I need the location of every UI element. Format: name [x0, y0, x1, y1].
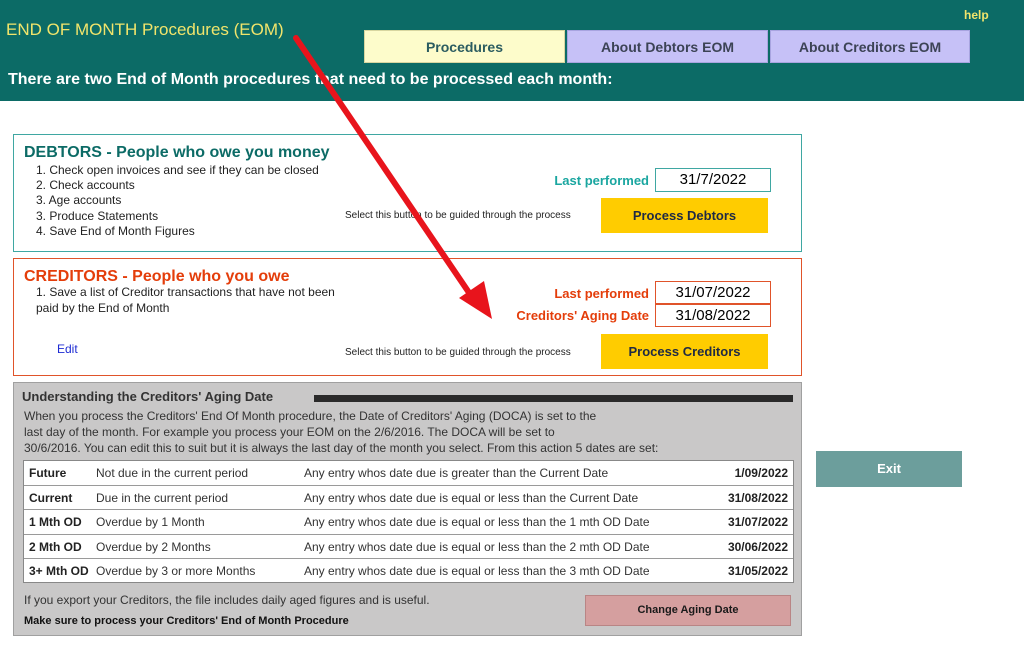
period-cell: 3+ Mth OD	[29, 564, 89, 579]
creditors-heading: CREDITORS - People who you owe	[24, 268, 290, 285]
debtors-last-performed-label: Last performed	[554, 173, 649, 188]
table-row: Current Due in the current period Any en…	[24, 486, 793, 511]
paragraph-line: 30/6/2016. You can edit this to suit but…	[24, 441, 659, 455]
debtors-heading: DEBTORS - People who owe you money	[24, 144, 330, 161]
debtors-panel: DEBTORS - People who owe you money 1. Ch…	[13, 134, 802, 252]
app-title: END OF MONTH Procedures (EOM)	[6, 20, 284, 39]
period-cell: Current	[29, 490, 73, 505]
export-note: If you export your Creditors, the file i…	[24, 593, 430, 607]
eom-window: END OF MONTH Procedures (EOM) help Proce…	[0, 0, 1024, 650]
list-item: 1. Check open invoices and see if they c…	[36, 163, 319, 177]
rule-cell: Any entry whos date due is equal or less…	[304, 515, 650, 530]
aging-table: Future Not due in the current period Any…	[23, 460, 794, 583]
creditors-last-performed-field[interactable]: 31/07/2022	[655, 281, 771, 304]
date-cell: 1/09/2022	[734, 466, 788, 480]
understanding-heading: Understanding the Creditors' Aging Date	[22, 389, 274, 404]
reminder-note: Make sure to process your Creditors' End…	[24, 615, 349, 627]
header-bar: END OF MONTH Procedures (EOM) help Proce…	[0, 0, 1024, 101]
description-cell: Overdue by 2 Months	[96, 539, 211, 554]
tab-about-debtors[interactable]: About Debtors EOM	[567, 30, 768, 63]
period-cell: 1 Mth OD	[29, 515, 82, 530]
description-cell: Overdue by 3 or more Months	[96, 564, 256, 579]
table-row: 3+ Mth OD Overdue by 3 or more Months An…	[24, 559, 793, 584]
understanding-aging-section: Understanding the Creditors' Aging Date …	[13, 382, 802, 636]
table-row: 2 Mth OD Overdue by 2 Months Any entry w…	[24, 535, 793, 560]
creditors-last-performed-label: Last performed	[554, 286, 649, 301]
creditors-guide-text: Select this button to be guided through …	[345, 347, 571, 358]
creditors-panel: CREDITORS - People who you owe 1. Save a…	[13, 258, 802, 376]
help-link[interactable]: help	[964, 8, 989, 22]
table-row: 1 Mth OD Overdue by 1 Month Any entry wh…	[24, 510, 793, 535]
paragraph-line: When you process the Creditors' End Of M…	[24, 409, 597, 423]
rule-cell: Any entry whos date due is greater than …	[304, 466, 609, 480]
creditors-step: 1. Save a list of Creditor transactions …	[36, 285, 335, 315]
debtors-steps: 1. Check open invoices and see if they c…	[36, 163, 319, 239]
tab-about-creditors[interactable]: About Creditors EOM	[770, 30, 970, 63]
debtors-last-performed-field[interactable]: 31/7/2022	[655, 168, 771, 192]
rule-cell: Any entry whos date due is equal or less…	[304, 564, 650, 579]
table-row: Future Not due in the current period Any…	[24, 461, 793, 486]
edit-link[interactable]: Edit	[57, 342, 78, 356]
date-cell: 31/08/2022	[727, 490, 788, 505]
debtors-guide-text: Select this button to be guided through …	[345, 210, 571, 221]
rule-cell: Any entry whos date due is equal or less…	[304, 490, 639, 505]
date-cell: 30/06/2022	[727, 539, 788, 554]
exit-label: Exit	[877, 461, 901, 476]
period-cell: 2 Mth OD	[29, 539, 82, 554]
list-item: 3. Produce Statements	[36, 208, 159, 223]
understanding-paragraph: When you process the Creditors' End Of M…	[24, 408, 794, 456]
list-item: 2. Check accounts	[36, 178, 135, 193]
process-creditors-button[interactable]: Process Creditors	[601, 334, 768, 369]
heading-divider	[314, 395, 793, 402]
intro-text: There are two End of Month procedures th…	[8, 71, 613, 88]
process-debtors-button[interactable]: Process Debtors	[601, 198, 768, 233]
paragraph-line: last day of the month. For example you p…	[24, 425, 555, 439]
description-cell: Due in the current period	[96, 490, 229, 505]
tab-procedures[interactable]: Procedures	[364, 30, 565, 63]
creditors-aging-date-label: Creditors' Aging Date	[516, 308, 649, 323]
list-item: 4. Save End of Month Figures	[36, 223, 195, 238]
description-cell: Not due in the current period	[96, 466, 249, 480]
description-cell: Overdue by 1 Month	[96, 515, 205, 530]
creditors-aging-date-field[interactable]: 31/08/2022	[655, 304, 771, 327]
date-cell: 31/05/2022	[727, 564, 788, 579]
exit-button[interactable]: Exit	[816, 451, 962, 487]
period-cell: Future	[29, 466, 67, 480]
change-aging-date-button[interactable]: Change Aging Date	[585, 595, 791, 626]
date-cell: 31/07/2022	[727, 515, 788, 530]
list-item: 3. Age accounts	[36, 193, 122, 208]
rule-cell: Any entry whos date due is equal or less…	[304, 539, 650, 554]
